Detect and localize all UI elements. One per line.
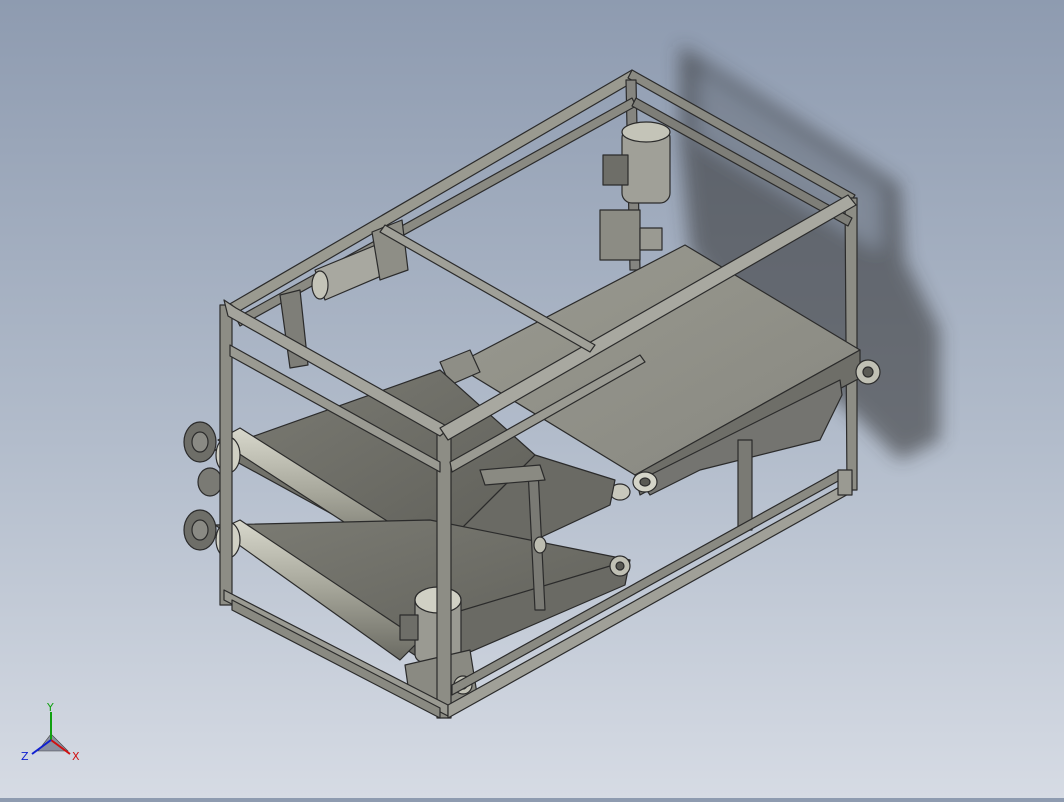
- motor-upper: [599, 121, 671, 261]
- x-axis-label: X: [72, 750, 80, 763]
- z-axis-label: Z: [21, 750, 29, 763]
- axis-triad: Y X Z: [21, 702, 80, 763]
- machine-model: [183, 45, 940, 719]
- y-axis-label: Y: [46, 702, 54, 714]
- 3d-viewport[interactable]: Y X Z: [0, 0, 1064, 798]
